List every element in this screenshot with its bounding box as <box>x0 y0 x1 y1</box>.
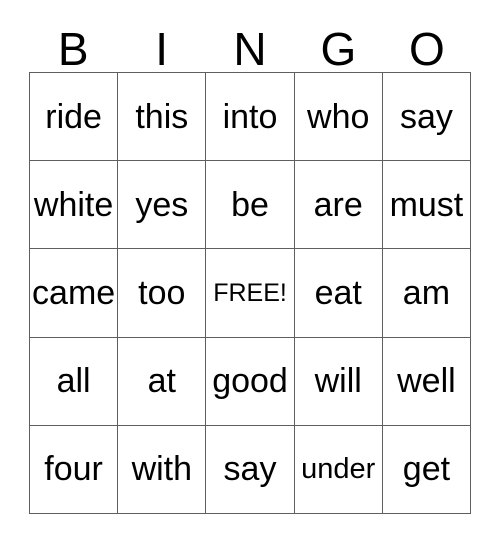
bingo-cell-o3[interactable]: am <box>382 249 472 338</box>
bingo-cell-o1[interactable]: say <box>382 73 472 162</box>
bingo-cell-i2[interactable]: yes <box>118 161 207 250</box>
bingo-cell-free-space[interactable]: FREE! <box>206 249 295 338</box>
bingo-cell-n1[interactable]: into <box>206 73 295 162</box>
bingo-header-letter-g: G <box>320 23 357 75</box>
bingo-cell-label: must <box>389 185 464 224</box>
bingo-cell-n5[interactable]: say <box>206 425 295 515</box>
bingo-row-3: came too FREE! eat am <box>30 249 472 338</box>
bingo-cell-label: yes <box>135 185 189 224</box>
bingo-cell-g3[interactable]: eat <box>294 249 383 338</box>
bingo-cell-label: four <box>44 450 103 489</box>
bingo-cell-b1[interactable]: ride <box>30 73 119 162</box>
bingo-cell-label: eat <box>314 274 362 312</box>
bingo-cell-n4[interactable]: good <box>206 337 295 426</box>
bingo-grid: ride this into who say white yes be are … <box>29 72 472 515</box>
bingo-cell-label: be <box>231 185 269 224</box>
bingo-cell-n2[interactable]: be <box>206 161 295 250</box>
bingo-cell-label: came <box>32 274 116 312</box>
bingo-cell-label: say <box>399 97 453 136</box>
bingo-card: B I N G O ride this into who say white y… <box>0 0 500 544</box>
bingo-cell-i1[interactable]: this <box>118 73 207 162</box>
bingo-cell-label: under <box>301 453 376 486</box>
bingo-header-letter-o: O <box>408 23 445 75</box>
bingo-cell-label: with <box>131 450 193 489</box>
bingo-row-5: four with say under get <box>30 425 472 515</box>
bingo-cell-label: say <box>223 450 277 489</box>
bingo-cell-i3[interactable]: too <box>118 249 207 338</box>
bingo-cell-o5[interactable]: get <box>382 425 472 515</box>
bingo-cell-label: am <box>402 274 451 312</box>
bingo-cell-g5[interactable]: under <box>294 425 383 515</box>
bingo-header-letter-i: I <box>155 23 168 75</box>
bingo-cell-label: white <box>33 185 114 224</box>
bingo-cell-label: all <box>56 362 91 401</box>
bingo-cell-o2[interactable]: must <box>382 161 472 250</box>
bingo-cell-g1[interactable]: who <box>294 73 383 162</box>
bingo-row-1: ride this into who say <box>30 73 472 162</box>
bingo-cell-label: at <box>147 362 176 401</box>
bingo-cell-o4[interactable]: well <box>382 337 472 426</box>
bingo-cell-b5[interactable]: four <box>30 425 119 515</box>
bingo-cell-label: ride <box>45 97 102 136</box>
bingo-cell-b3[interactable]: came <box>30 249 119 338</box>
bingo-row-4: all at good will well <box>30 337 472 426</box>
bingo-cell-label: into <box>222 97 278 136</box>
bingo-cell-label: who <box>307 97 370 136</box>
bingo-header-letter-n: N <box>233 23 267 75</box>
bingo-cell-label: good <box>212 362 288 401</box>
bingo-header-row: B I N G O <box>29 22 471 72</box>
bingo-cell-label: are <box>313 185 363 224</box>
bingo-cell-g4[interactable]: will <box>294 337 383 426</box>
bingo-cell-i5[interactable]: with <box>118 425 207 515</box>
bingo-cell-label: well <box>397 362 456 401</box>
bingo-cell-b2[interactable]: white <box>30 161 119 250</box>
bingo-cell-b4[interactable]: all <box>30 337 119 426</box>
bingo-cell-label: too <box>138 274 186 312</box>
bingo-cell-i4[interactable]: at <box>118 337 207 426</box>
bingo-cell-label: get <box>402 450 451 489</box>
bingo-cell-label: this <box>135 97 189 136</box>
bingo-header-letter-b: B <box>57 23 89 75</box>
bingo-cell-label: will <box>314 362 362 401</box>
bingo-row-2: white yes be are must <box>30 161 472 250</box>
bingo-free-space-label: FREE! <box>213 279 287 307</box>
bingo-cell-g2[interactable]: are <box>294 161 383 250</box>
